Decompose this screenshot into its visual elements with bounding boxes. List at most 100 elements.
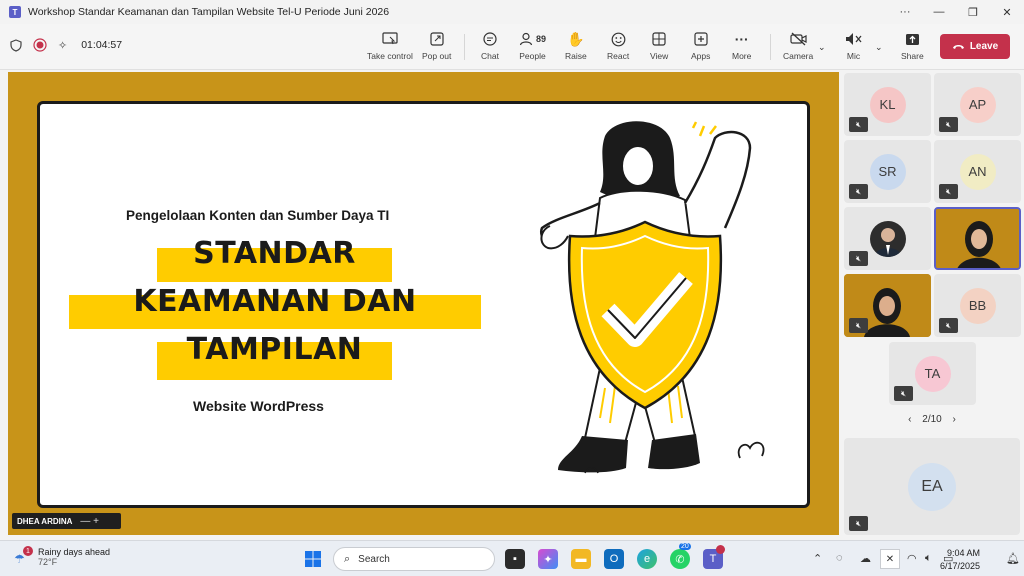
avatar: SR [869, 153, 906, 190]
participant-tile[interactable]: AN 🔇︎ [934, 140, 1021, 203]
whatsapp-icon[interactable]: ✆ 20 [670, 543, 691, 569]
next-page-button[interactable]: › [953, 414, 956, 425]
notification-badge: 1 [23, 546, 33, 556]
share-icon [905, 33, 919, 45]
apps-button[interactable]: Apps [691, 30, 710, 66]
window-controls: ··· — ❐ ✕ [888, 0, 1024, 24]
take-control-button[interactable]: Take control [367, 30, 413, 66]
edge-icon[interactable]: e [637, 549, 657, 569]
avatar: AN [959, 153, 996, 190]
copilot-icon[interactable]: ✦ [538, 549, 558, 569]
presenter-name-tag: DHEA ARDINA — + [12, 513, 121, 529]
apps-icon [694, 32, 708, 46]
taskbar: ☂ 1 Rainy days ahead 72°F ⌕ Search ▪ ✦ ▬… [0, 540, 1024, 576]
camera-button[interactable]: Camera [783, 30, 813, 66]
phone-hangup-icon [952, 45, 964, 49]
mic-muted-icon: 🔇︎ [849, 516, 868, 531]
avatar: EA [908, 462, 956, 511]
meeting-toolbar: ✧ 01:04:57 Take control Pop out Chat 89 … [0, 24, 1024, 70]
shield-icon[interactable] [10, 38, 22, 52]
search-icon: ⌕ [344, 552, 351, 565]
avatar: TA [914, 355, 951, 392]
mic-muted-icon: 🔇︎ [849, 117, 868, 132]
more-button[interactable]: ··· More [732, 30, 751, 66]
recording-icon[interactable] [33, 38, 47, 52]
chevron-down-icon: ⌄ [875, 41, 883, 52]
weather-widget[interactable]: ☂ 1 Rainy days ahead 72°F [14, 546, 110, 567]
shield-character-illustration [539, 121, 765, 474]
volume-muted-icon[interactable]: 🔈︎ [925, 552, 932, 565]
outlook-icon[interactable]: O [604, 549, 624, 569]
participant-video-tile[interactable] [934, 207, 1021, 270]
cloud-icon[interactable]: ☁ [860, 552, 871, 565]
participant-tile[interactable]: KL 🔇︎ [844, 73, 931, 136]
participant-tile[interactable]: TA 🔇︎ [889, 342, 976, 405]
avatar: KL [869, 86, 906, 123]
share-button[interactable]: Share [901, 30, 924, 66]
file-explorer-icon[interactable]: ▬ [571, 549, 591, 569]
slide-subtitle: Pengelolaan Konten dan Sumber Daya TI [126, 208, 390, 223]
self-view-tile[interactable]: EA 🔇︎ [844, 438, 1020, 535]
system-clock[interactable]: 9:04 AM 6/17/2025 [940, 547, 980, 573]
view-button[interactable]: View [650, 30, 668, 66]
shared-screen[interactable]: Pengelolaan Konten dan Sumber Daya TI ST… [8, 72, 839, 535]
chat-button[interactable]: Chat [481, 30, 499, 66]
page-indicator: 2/10 [922, 414, 942, 425]
title-bar: T Workshop Standar Keamanan dan Tampilan… [0, 0, 1024, 24]
gallery-pager: ‹ 2/10 › [902, 414, 962, 425]
chevron-down-icon: ⌄ [818, 41, 826, 52]
notifications-icon[interactable]: 🔔︎ [1006, 552, 1020, 565]
participant-tile[interactable]: SR 🔇︎ [844, 140, 931, 203]
notification-dot [716, 545, 725, 554]
minimize-button[interactable]: — [922, 0, 956, 24]
mic-options-chevron[interactable]: ⌄ [875, 38, 883, 74]
avatar: AP [959, 86, 996, 123]
mic-off-icon [846, 33, 862, 45]
participant-tile[interactable]: AP 🔇︎ [934, 73, 1021, 136]
people-button[interactable]: 89 People [519, 30, 546, 66]
windows-start-icon[interactable] [303, 549, 323, 569]
app-tray-icon[interactable]: ◌ [836, 552, 843, 564]
leave-button[interactable]: Leave [940, 34, 1010, 59]
pop-out-icon [430, 32, 444, 46]
toolbar-divider [464, 34, 465, 60]
avatar: BB [959, 287, 996, 324]
previous-page-button[interactable]: ‹ [908, 414, 911, 425]
copilot-icon[interactable]: ✧ [58, 39, 67, 52]
mic-muted-icon: 🔇︎ [849, 318, 868, 333]
mic-muted-tray-icon[interactable]: ✕ [880, 549, 900, 569]
participant-video-tile[interactable]: 🔇︎ [844, 274, 931, 337]
task-view-icon[interactable]: ▪ [505, 549, 525, 569]
wifi-icon[interactable]: ◠ [907, 552, 917, 565]
raise-hand-icon: ✋ [567, 30, 585, 47]
more-options-icon[interactable]: ··· [888, 0, 922, 24]
camera-options-chevron[interactable]: ⌄ [818, 38, 826, 74]
zoom-controls[interactable]: — + [80, 516, 99, 527]
view-icon [652, 32, 666, 46]
chat-icon [483, 31, 497, 46]
mic-muted-icon: 🔇︎ [849, 184, 868, 199]
react-button[interactable]: React [607, 30, 629, 66]
pop-out-button[interactable]: Pop out [422, 30, 451, 66]
mic-button[interactable]: Mic [845, 30, 862, 66]
teams-taskbar-icon[interactable]: T [703, 545, 725, 569]
raise-hand-button[interactable]: ✋ Raise [565, 30, 587, 66]
participant-video [936, 209, 1019, 268]
weather-temp: 72°F [38, 557, 58, 567]
camera-off-icon [790, 32, 807, 46]
restore-button[interactable]: ❐ [956, 0, 990, 24]
take-control-icon [382, 32, 398, 45]
mic-muted-icon: 🔇︎ [939, 318, 958, 333]
mic-muted-icon: 🔇︎ [849, 251, 868, 266]
participant-tile[interactable]: BB 🔇︎ [934, 274, 1021, 337]
profile-photo [869, 220, 906, 257]
close-button[interactable]: ✕ [990, 0, 1024, 24]
react-icon [611, 32, 626, 46]
meeting-timer: 01:04:57 [81, 39, 123, 51]
chevron-up-icon[interactable]: ⌃ [813, 552, 822, 565]
search-placeholder: Search [358, 553, 390, 565]
notification-badge: 20 [679, 543, 691, 550]
taskbar-search[interactable]: ⌕ Search [333, 547, 495, 571]
participant-tile[interactable]: 🔇︎ [844, 207, 931, 270]
mic-muted-icon: 🔇︎ [894, 386, 913, 401]
